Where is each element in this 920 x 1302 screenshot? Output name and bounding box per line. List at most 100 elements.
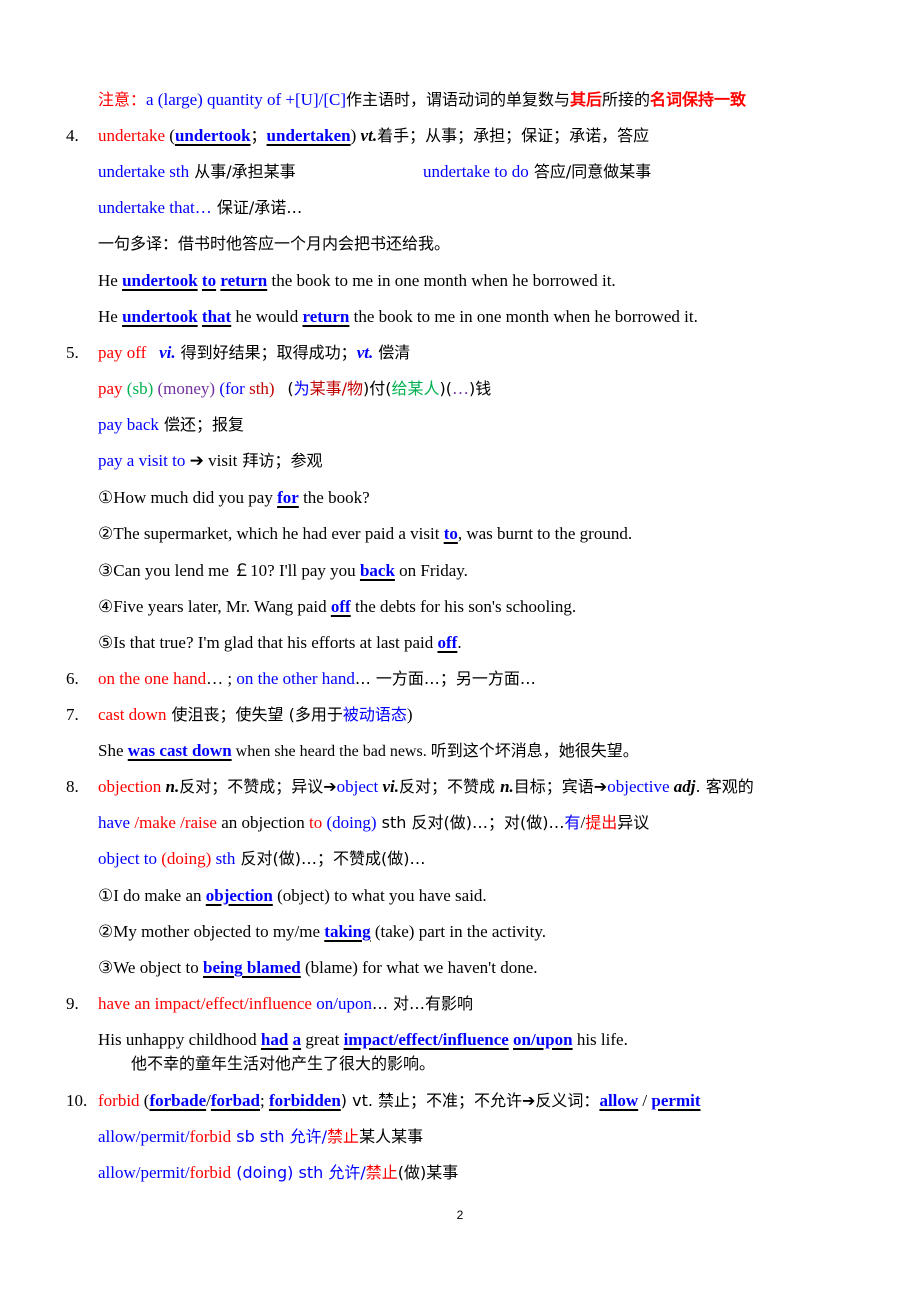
usage-meaning: 反对(做)…；不赞成(做)… xyxy=(235,849,426,868)
text: on Friday. xyxy=(394,561,468,580)
entry-cast-down: cast down 使沮丧；使失望 (多用于被动语态) xyxy=(98,704,413,726)
separator: / xyxy=(638,1091,652,1110)
usage-line: have /make /raise an objection to (doing… xyxy=(98,812,649,834)
text: his life. xyxy=(572,1030,628,1049)
answer: to xyxy=(443,524,458,543)
usage-word: sth) xyxy=(249,379,275,398)
usage-meaning: 为 xyxy=(293,379,310,398)
answer: back xyxy=(359,561,395,580)
example-sentence: ②My mother objected to my/me taking (tak… xyxy=(98,921,546,943)
related-word: objective xyxy=(607,777,670,796)
meaning: 着手；从事；承担；保证；承诺，答应 xyxy=(377,126,650,145)
answer: undertook xyxy=(122,307,198,326)
part-of-speech: vi. xyxy=(159,343,176,362)
usage-meaning: )钱 xyxy=(469,379,492,398)
usage-word: allow/permit/ xyxy=(98,1127,190,1146)
grammar-note: 注意：a (large) quantity of +[U]/[C]作主语时，谓语… xyxy=(98,89,746,111)
usage-word: /make /raise xyxy=(134,813,217,832)
answer: off xyxy=(330,597,351,616)
text: the book to me in one month when he borr… xyxy=(349,307,698,326)
antonym: allow xyxy=(599,1091,639,1110)
usage-meaning: )付( xyxy=(363,379,392,398)
item-number: 4. xyxy=(66,126,79,145)
meaning: . 客观的 xyxy=(695,777,754,796)
meaning: 反对；不赞成；异议➔ xyxy=(179,777,337,796)
usage-word: pay xyxy=(98,379,123,398)
usage-meaning: )( xyxy=(439,379,452,398)
usage-meaning: 禁止 xyxy=(365,1163,398,1182)
usage-meaning: 某人某事 xyxy=(359,1127,424,1146)
example-sentence: ①How much did you pay for the book? xyxy=(98,487,370,509)
note-text: 所接的 xyxy=(602,90,651,109)
item-number: 9. xyxy=(66,994,79,1013)
answer: taking xyxy=(324,922,371,941)
usage-meaning: 保证/承诺… xyxy=(211,198,303,217)
usage-meaning: sb sth 允许/ xyxy=(231,1127,328,1146)
text: ②The supermarket, which he had ever paid… xyxy=(98,524,444,543)
usage-phrase: undertake to do xyxy=(423,162,529,181)
text: great xyxy=(301,1030,344,1049)
usage-meaning: 异议 xyxy=(617,813,650,832)
part-of-speech: n. xyxy=(500,777,514,796)
answer: return xyxy=(220,271,268,290)
text: (take) part in the activity. xyxy=(370,922,547,941)
example-sentence: ①I do make an objection (object) to what… xyxy=(98,885,487,907)
meaning: 得到好结果；取得成功； xyxy=(175,343,357,362)
text: , was burnt to the ground. xyxy=(457,524,633,543)
usage-line: pay back 偿还；报复 xyxy=(98,414,244,436)
note-text: 作主语时，谓语动词的单复数与 xyxy=(346,90,571,109)
usage-line: pay (sb) (money) (for sth) (为某事/物)付(给某人)… xyxy=(98,378,491,400)
verb-form: forbad xyxy=(210,1091,260,1110)
usage-meaning: 给某人 xyxy=(391,379,440,398)
translation: 他不幸的童年生活对他产生了很大的影响。 xyxy=(131,1054,436,1073)
usage-word: (doing) xyxy=(161,849,212,868)
text: . xyxy=(457,633,462,652)
note-label: 注意： xyxy=(98,90,147,109)
answer: a xyxy=(292,1030,302,1049)
meaning: 使沮丧；使失望 (多用于 xyxy=(166,705,343,724)
text: ③Can you lend me ￡10? I'll pay you xyxy=(98,561,360,580)
headword: on/upon xyxy=(311,994,372,1013)
meaning: ) vt. 禁止；不准；不允许➔反义词： xyxy=(340,1091,600,1110)
example-sentence: ②The supermarket, which he had ever paid… xyxy=(98,523,632,545)
answer: on/upon xyxy=(513,1030,573,1049)
usage-word: an objection xyxy=(216,813,310,832)
usage-meaning: (doing) sth 允许/ xyxy=(231,1163,366,1182)
text: he would xyxy=(231,307,303,326)
example-sentence: He undertook that he would return the bo… xyxy=(98,306,698,328)
related-word: object xyxy=(336,777,379,796)
entry-objection: objection n.反对；不赞成；异议➔object vi.反对；不赞成 n… xyxy=(98,776,754,798)
text: … ; xyxy=(206,669,237,688)
answer: off xyxy=(437,633,458,652)
entry-on-the-one-hand: on the one hand… ; on the other hand… 一方… xyxy=(98,668,536,690)
answer: had xyxy=(260,1030,289,1049)
usage-word: forbid xyxy=(189,1127,232,1146)
part-of-speech: vt. xyxy=(356,343,374,362)
item-number: 10. xyxy=(66,1091,88,1110)
text: ②My mother objected to my/me xyxy=(98,922,325,941)
answer: impact/effect/influence xyxy=(343,1030,509,1049)
headword: undertake xyxy=(98,126,166,145)
usage-phrase: undertake sth xyxy=(98,162,190,181)
usage-word: to xyxy=(309,813,323,832)
meaning: 偿清 xyxy=(373,343,411,362)
usage-phrase: pay a visit to xyxy=(98,451,186,470)
meaning: 目标；宾语➔ xyxy=(513,777,608,796)
usage-phrase: pay back xyxy=(98,415,159,434)
text: She xyxy=(98,741,128,760)
answer: that xyxy=(201,307,232,326)
example-sentence: ⑤Is that true? I'm glad that his efforts… xyxy=(98,632,462,654)
meaning: … 一方面…；另一方面… xyxy=(354,669,536,688)
headword: on the other hand xyxy=(236,669,355,688)
example-sentence: She was cast down when she heard the bad… xyxy=(98,740,639,763)
example-sentence: He undertook to return the book to me in… xyxy=(98,270,616,292)
verb-form: forbidden xyxy=(268,1091,341,1110)
answer: for xyxy=(277,488,299,507)
meaning: 反对；不赞成 xyxy=(398,777,501,796)
text: when she heard the bad news. 听到这个坏消息，她很失… xyxy=(231,743,639,760)
item-number: 7. xyxy=(66,705,79,724)
headword: forbid xyxy=(98,1091,140,1110)
text: ③We object to xyxy=(98,958,203,977)
usage-word: object to xyxy=(98,849,162,868)
entry-undertake: undertake (undertook；undertaken) vt.着手；从… xyxy=(98,125,649,147)
